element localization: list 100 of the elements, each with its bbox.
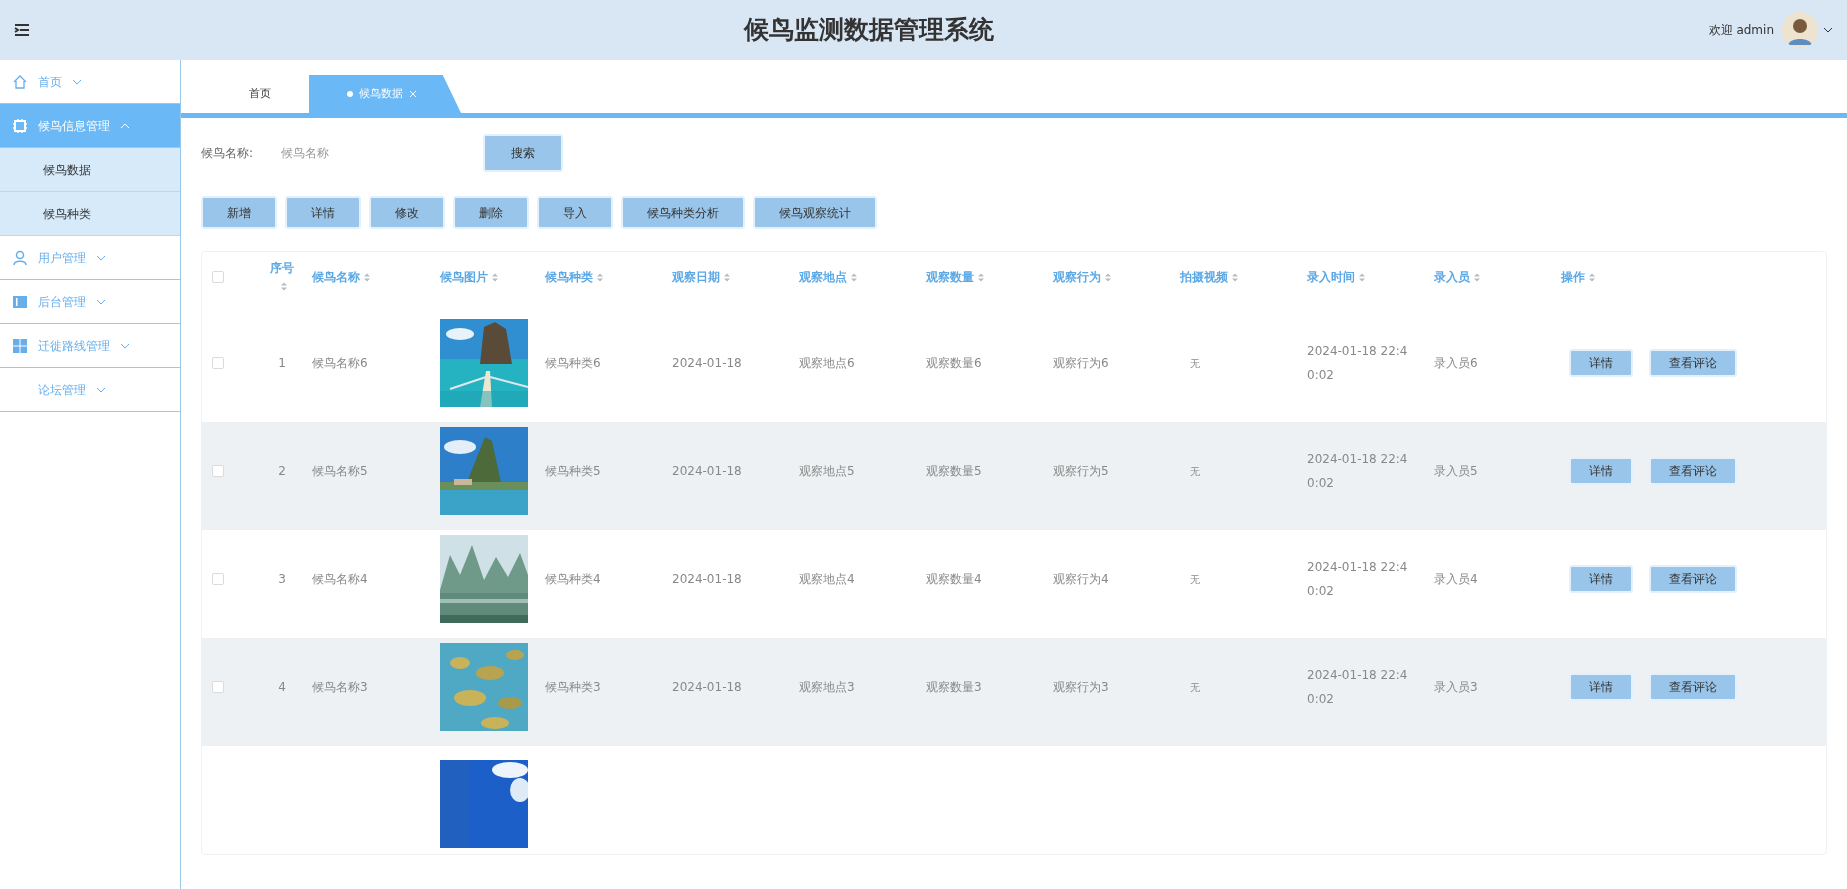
table-cell: 观察数量5 (926, 464, 982, 478)
action-button[interactable]: 详情 (285, 196, 361, 229)
table-cell: 录入员5 (1434, 464, 1478, 478)
submenu-item[interactable]: 候鸟数据 (0, 148, 180, 192)
checkbox[interactable] (212, 465, 224, 477)
search-button[interactable]: 搜索 (483, 134, 563, 172)
sort-icon[interactable] (977, 271, 985, 283)
checkbox[interactable] (212, 573, 224, 585)
table-cell: 观察地点6 (799, 356, 855, 370)
caret-icon (96, 253, 106, 262)
caret-icon (96, 385, 106, 394)
user-icon (12, 249, 28, 266)
tab[interactable]: 首页 (211, 75, 309, 113)
table-cell: 观察地点4 (799, 572, 855, 586)
table-cell-text: 2024-01-18 22:40:02 (1307, 559, 1409, 600)
table-cell: 候鸟名称5 (312, 464, 368, 478)
sort-icon[interactable] (363, 271, 371, 283)
table-cell: 观察行为5 (1053, 464, 1109, 478)
table-cell: 候鸟名称4 (312, 572, 368, 586)
row-button[interactable]: 查看评论 (1649, 457, 1737, 485)
sort-icon[interactable] (491, 271, 499, 283)
table-cell: 2024-01-18 (672, 464, 742, 478)
caret-icon[interactable] (1823, 26, 1833, 34)
table-cell: 观察行为4 (1053, 572, 1109, 586)
sort-icon[interactable] (1588, 271, 1596, 283)
action-button[interactable]: 新增 (201, 196, 277, 229)
table-cell: 观察行为3 (1053, 680, 1109, 694)
sort-icon[interactable] (1231, 271, 1239, 283)
action-button[interactable]: 删除 (453, 196, 529, 229)
table-cell: 4 (278, 680, 286, 694)
panel-icon (12, 293, 28, 310)
checkbox[interactable] (212, 270, 224, 283)
row-button[interactable]: 查看评论 (1649, 673, 1737, 701)
row-button[interactable]: 详情 (1569, 457, 1633, 485)
sidebar-label: 候鸟信息管理 (38, 117, 110, 135)
caret-icon (120, 341, 130, 350)
table-cell: 观察地点3 (799, 680, 855, 694)
table-cell: 观察地点5 (799, 464, 855, 478)
menu-icon[interactable] (14, 22, 30, 38)
table-cell: 2 (278, 464, 286, 478)
dot-icon (347, 91, 353, 97)
sort-icon[interactable] (1358, 271, 1366, 283)
action-button[interactable]: 导入 (537, 196, 613, 229)
close-icon[interactable] (409, 90, 417, 98)
caret-icon (96, 297, 106, 306)
table-cell: 无 (1190, 682, 1200, 693)
sort-icon[interactable] (723, 271, 731, 283)
submenu-item[interactable]: 候鸟种类 (0, 192, 180, 236)
tab-label: 首页 (249, 85, 271, 102)
table-cell: 候鸟名称3 (312, 680, 368, 694)
table-cell: 无 (1190, 574, 1200, 585)
sort-icon[interactable] (596, 271, 604, 283)
checkbox[interactable] (212, 681, 224, 693)
table-cell: 候鸟种类3 (545, 680, 601, 694)
row-button[interactable]: 详情 (1569, 349, 1633, 377)
action-button[interactable]: 候鸟种类分析 (621, 196, 745, 229)
table-cell: 1 (278, 356, 286, 370)
sort-icon[interactable] (850, 271, 858, 283)
sort-icon[interactable] (1473, 271, 1481, 283)
table-cell-text: 2024-01-18 22:40:02 (1307, 667, 1409, 708)
action-button[interactable]: 候鸟观察统计 (753, 196, 877, 229)
table-cell: 观察数量4 (926, 572, 982, 586)
sidebar-label: 用户管理 (38, 249, 86, 267)
table-cell: 录入员3 (1434, 680, 1478, 694)
action-button[interactable]: 修改 (369, 196, 445, 229)
table-cell: 无 (1190, 358, 1200, 369)
sort-icon[interactable] (1104, 271, 1112, 283)
table-cell: 无 (1190, 466, 1200, 477)
caret-icon (120, 121, 130, 130)
table-cell: 观察数量6 (926, 356, 982, 370)
table-cell: 3 (278, 572, 286, 586)
row-button[interactable]: 详情 (1569, 673, 1633, 701)
table-cell: 2024-01-18 (672, 572, 742, 586)
chip-icon (12, 117, 28, 134)
checkbox[interactable] (212, 357, 224, 369)
table-cell: 2024-01-18 (672, 680, 742, 694)
table-cell: 录入员6 (1434, 356, 1478, 370)
sidebar-label: 后台管理 (38, 293, 86, 311)
sidebar-label: 迁徙路线管理 (38, 337, 110, 355)
table-cell-text: 2024-01-18 22:40:02 (1307, 343, 1409, 384)
tab-label: 候鸟数据 (359, 85, 403, 102)
table-cell: 候鸟名称6 (312, 356, 368, 370)
table-cell: 候鸟种类6 (545, 356, 601, 370)
table-cell-text: 2024-01-18 22:40:02 (1307, 451, 1409, 492)
table-cell: 候鸟种类5 (545, 464, 601, 478)
grid-icon (12, 337, 28, 354)
table-cell: 观察行为6 (1053, 356, 1109, 370)
home-icon (12, 73, 28, 90)
welcome-text: 欢迎 admin (1708, 22, 1774, 39)
search-label: 候鸟名称: (201, 145, 255, 162)
table-cell: 候鸟种类4 (545, 572, 601, 586)
row-button[interactable]: 查看评论 (1649, 349, 1737, 377)
table-cell: 录入员4 (1434, 572, 1478, 586)
sidebar-label: 首页 (38, 73, 62, 91)
row-button[interactable]: 查看评论 (1649, 565, 1737, 593)
sidebar-label: 论坛管理 (38, 381, 86, 399)
avatar-icon[interactable] (1782, 12, 1818, 48)
caret-icon (72, 77, 82, 86)
sort-icon[interactable] (279, 280, 288, 292)
row-button[interactable]: 详情 (1569, 565, 1633, 593)
